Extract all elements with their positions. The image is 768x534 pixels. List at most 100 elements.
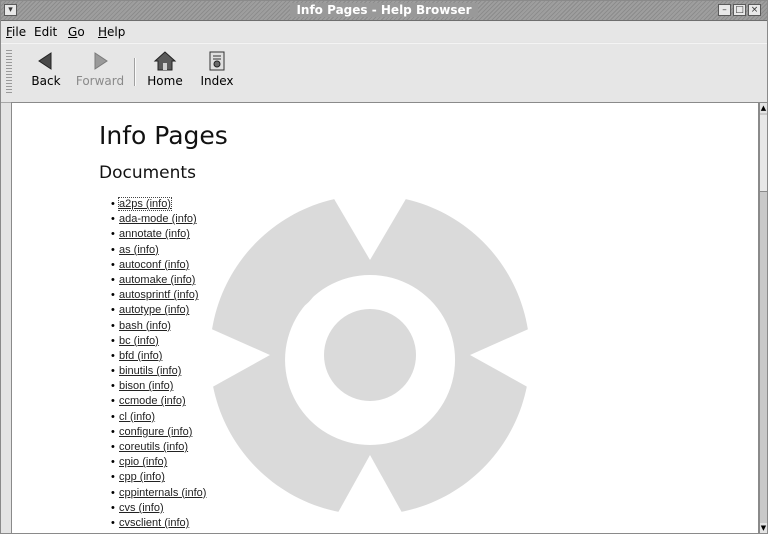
home-button[interactable]: Home [143, 50, 187, 88]
bullet-icon: • [111, 425, 115, 438]
menu-bar: File Edit Go Help [1, 22, 767, 42]
document-list-item: • ccmode (info) [109, 394, 206, 409]
close-icon[interactable]: × [748, 4, 761, 16]
document-list: • a2ps (info) • ada-mode (info) • annotate (i… [109, 197, 206, 531]
document-link[interactable]: annotate (info) [119, 228, 190, 240]
document-list-item: • cppinternals (info) [109, 486, 206, 501]
document-link[interactable]: cvs (info) [119, 502, 164, 514]
home-label: Home [147, 74, 183, 88]
document-link[interactable]: a2ps (info) [118, 197, 172, 211]
document-list-item: • automake (info) [109, 273, 206, 288]
document-link[interactable]: binutils (info) [119, 365, 181, 377]
scroll-down-icon[interactable]: ▼ [760, 523, 767, 533]
bullet-icon: • [111, 471, 115, 484]
bullet-icon: • [111, 501, 115, 514]
scroll-up-icon[interactable]: ▲ [760, 103, 767, 113]
menu-help[interactable]: Help [98, 25, 125, 39]
bullet-icon: • [111, 365, 115, 378]
document-link[interactable]: cppinternals (info) [119, 487, 206, 499]
bullet-icon: • [111, 395, 115, 408]
document-list-item: • configure (info) [109, 425, 206, 440]
document-link[interactable]: ada-mode (info) [119, 213, 197, 225]
menu-edit[interactable]: Edit [34, 25, 57, 39]
title-bar[interactable]: ▾ Info Pages - Help Browser – □ × [1, 1, 767, 21]
menu-go-rest: o [77, 25, 85, 39]
document-list-item: • autosprintf (info) [109, 288, 206, 303]
document-link[interactable]: automake (info) [119, 274, 195, 286]
document-link[interactable]: cvsclient (info) [119, 517, 189, 529]
toolbar-grip[interactable] [6, 50, 12, 94]
menu-file-rest: ile [12, 25, 27, 39]
document-link[interactable]: autosprintf (info) [119, 289, 198, 301]
document-list-item: • binutils (info) [109, 364, 206, 379]
document-link[interactable]: cpio (info) [119, 456, 167, 468]
menu-help-rest: elp [107, 25, 126, 39]
toolbar: Back Forward Home Index [1, 43, 767, 103]
document-list-item: • bison (info) [109, 379, 206, 394]
bullet-icon: • [111, 410, 115, 423]
menu-go[interactable]: Go [68, 25, 85, 39]
document-list-item: • cpio (info) [109, 455, 206, 470]
bullet-icon: • [111, 516, 115, 529]
document-list-item: • a2ps (info) [109, 197, 206, 212]
document-list-item: • annotate (info) [109, 227, 206, 242]
home-icon [153, 51, 177, 71]
document-list-item: • bc (info) [109, 334, 206, 349]
back-button[interactable]: Back [26, 50, 66, 88]
bullet-icon: • [111, 213, 115, 226]
document-link[interactable]: coreutils (info) [119, 441, 188, 453]
document-list-item: • cvs (info) [109, 501, 206, 516]
bullet-icon: • [111, 273, 115, 286]
bullet-icon: • [111, 304, 115, 317]
document-list-item: • autoconf (info) [109, 258, 206, 273]
page-title: Info Pages [99, 121, 228, 150]
index-button[interactable]: Index [197, 50, 237, 88]
bullet-icon: • [111, 441, 115, 453]
scroll-thumb[interactable] [760, 115, 767, 192]
bullet-icon: • [111, 228, 115, 241]
document-list-item: • autotype (info) [109, 303, 206, 318]
index-icon [209, 51, 225, 71]
document-link[interactable]: cpp (info) [119, 471, 165, 483]
document-list-item: • coreutils (info) [109, 440, 206, 455]
document-link[interactable]: configure (info) [119, 426, 192, 438]
document-list-item: • bfd (info) [109, 349, 206, 364]
document-list-item: • ada-mode (info) [109, 212, 206, 227]
forward-button[interactable]: Forward [75, 50, 125, 88]
document-list-item: • bash (info) [109, 319, 206, 334]
forward-label: Forward [75, 74, 125, 88]
menu-file[interactable]: File [6, 25, 26, 39]
document-link[interactable]: cl (info) [119, 411, 155, 423]
document-link[interactable]: ccmode (info) [119, 395, 186, 407]
vertical-scrollbar[interactable]: ▲ ▼ [759, 102, 768, 534]
index-label: Index [200, 74, 234, 88]
bullet-icon: • [111, 289, 115, 302]
menu-help-mnemonic: H [98, 25, 108, 39]
document-link[interactable]: bc (info) [119, 335, 159, 347]
maximize-icon[interactable]: □ [733, 4, 746, 16]
document-link[interactable]: bash (info) [119, 320, 171, 332]
bullet-icon: • [111, 334, 115, 347]
bullet-icon: • [111, 486, 115, 499]
menu-go-mnemonic: G [68, 25, 78, 39]
window-title-wrap: Info Pages - Help Browser [1, 3, 767, 17]
document-list-item: • cl (info) [109, 410, 206, 425]
bullet-icon: • [111, 380, 115, 393]
bullet-icon: • [111, 198, 115, 210]
back-arrow-icon [38, 52, 52, 70]
menu-edit-label: Edit [34, 25, 58, 39]
window-title: Info Pages - Help Browser [290, 3, 478, 17]
bullet-icon: • [111, 319, 115, 332]
document-link[interactable]: as (info) [119, 244, 159, 256]
back-label: Back [31, 74, 61, 88]
document-link[interactable]: bison (info) [119, 380, 173, 392]
bullet-icon: • [111, 243, 115, 256]
document-list-item: • cvsclient (info) [109, 516, 206, 531]
lifebuoy-watermark-icon [210, 175, 530, 533]
content-pane: Info Pages Documents • a2ps (info) • ada-mo… [11, 102, 759, 534]
help-browser-window: ▾ Info Pages - Help Browser – □ × File E… [0, 0, 768, 534]
document-link[interactable]: autoconf (info) [119, 259, 189, 271]
document-link[interactable]: bfd (info) [119, 350, 162, 362]
document-link[interactable]: autotype (info) [119, 304, 189, 316]
minimize-icon[interactable]: – [718, 4, 731, 16]
